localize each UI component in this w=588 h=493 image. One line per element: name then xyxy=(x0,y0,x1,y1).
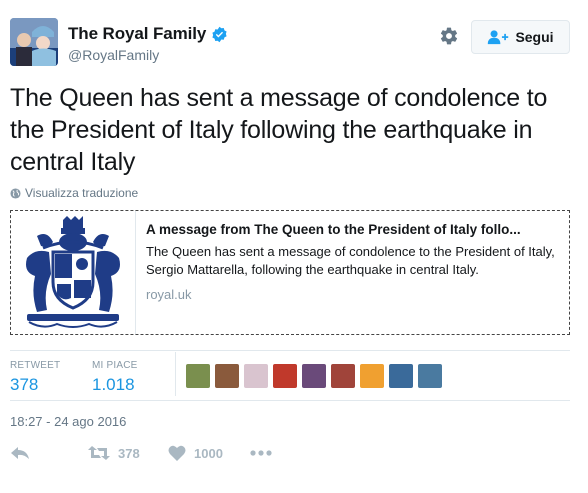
liker-avatar[interactable] xyxy=(244,364,268,388)
divider xyxy=(10,350,570,351)
link-card[interactable]: A message from The Queen to the Presiden… xyxy=(10,210,570,335)
follow-person-icon xyxy=(488,30,509,45)
more-button[interactable] xyxy=(250,450,272,456)
follow-label: Segui xyxy=(515,29,554,45)
liker-avatar[interactable] xyxy=(215,364,239,388)
name-row: The Royal Family xyxy=(68,24,228,44)
retweet-stat[interactable]: RETWEET 378 xyxy=(10,360,60,395)
tweet-text: The Queen has sent a message of condolen… xyxy=(10,84,548,176)
liker-avatar[interactable] xyxy=(418,364,442,388)
timestamp[interactable]: 18:27 - 24 ago 2016 xyxy=(10,414,126,429)
card-image xyxy=(11,211,136,334)
action-bar: 378 1000 xyxy=(10,444,272,462)
heart-icon xyxy=(168,445,186,461)
retweet-icon xyxy=(88,446,110,460)
reply-icon xyxy=(11,447,29,459)
liker-avatars xyxy=(186,364,447,388)
retweet-stat-label: RETWEET xyxy=(10,360,61,371)
follow-button[interactable]: Segui xyxy=(471,20,570,54)
avatar[interactable] xyxy=(10,18,58,66)
globe-icon xyxy=(10,187,21,199)
royal-coat-of-arms-icon xyxy=(26,215,120,328)
retweet-stat-value: 378 xyxy=(10,375,39,394)
card-body: A message from The Queen to the Presiden… xyxy=(136,211,569,334)
liker-avatar[interactable] xyxy=(331,364,355,388)
like-count: 1000 xyxy=(194,445,223,461)
verified-badge-icon xyxy=(212,26,227,42)
display-name[interactable]: The Royal Family xyxy=(68,24,206,44)
reply-button[interactable] xyxy=(10,444,88,462)
liker-avatar[interactable] xyxy=(360,364,384,388)
likes-stat-value: 1.018 xyxy=(92,375,135,394)
card-domain: royal.uk xyxy=(146,287,192,302)
liker-avatar[interactable] xyxy=(186,364,210,388)
user-handle[interactable]: @RoyalFamily xyxy=(68,47,159,63)
liker-avatar[interactable] xyxy=(273,364,297,388)
translate-link[interactable]: Visualizza traduzione xyxy=(10,186,138,200)
retweet-count: 378 xyxy=(118,445,140,461)
more-dots-icon xyxy=(250,450,272,456)
card-title: A message from The Queen to the Presiden… xyxy=(146,222,521,237)
likes-stat[interactable]: MI PIACE 1.018 xyxy=(92,360,138,395)
tweet: The Royal Family @RoyalFamily Segui The … xyxy=(0,0,588,493)
stats-separator xyxy=(175,352,176,396)
translate-label: Visualizza traduzione xyxy=(25,186,139,200)
liker-avatar[interactable] xyxy=(389,364,413,388)
retweet-button[interactable]: 378 xyxy=(88,444,168,462)
divider xyxy=(10,400,570,401)
liker-avatar[interactable] xyxy=(302,364,326,388)
avatar-photo xyxy=(10,18,58,66)
gear-icon[interactable] xyxy=(439,26,459,46)
like-button[interactable]: 1000 xyxy=(168,445,250,461)
card-description: The Queen has sent a message of condolen… xyxy=(146,244,555,277)
likes-stat-label: MI PIACE xyxy=(92,360,138,371)
